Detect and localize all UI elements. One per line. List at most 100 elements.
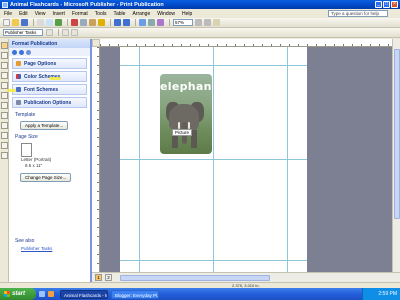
forward-icon[interactable]	[19, 49, 24, 55]
task-pane-title: Format Publication	[9, 39, 90, 48]
print-icon[interactable]	[37, 19, 44, 26]
style-icon[interactable]	[46, 29, 53, 36]
color-schemes-icon	[16, 74, 21, 79]
rectangle-icon[interactable]	[1, 122, 8, 129]
menu-arrange[interactable]: Arrange	[132, 11, 150, 17]
zoom-in-icon[interactable]	[204, 19, 211, 26]
section-page-options[interactable]: Page Options	[12, 58, 87, 69]
vertical-scrollbar[interactable]	[392, 39, 400, 272]
text-box-icon[interactable]	[1, 52, 8, 59]
elephant-flashcard-image[interactable]: elephant	[160, 74, 212, 154]
title-bar: Animal Flashcards - Microsoft Publisher …	[0, 0, 400, 9]
cut-icon[interactable]	[71, 19, 78, 26]
menu-format[interactable]: Format	[72, 11, 88, 17]
rotate-icon[interactable]	[157, 19, 164, 26]
highlighter-mark	[7, 89, 16, 92]
section-color-schemes[interactable]: Color Schemes	[12, 71, 87, 82]
zoom-out-icon[interactable]	[195, 19, 202, 26]
arrow-icon[interactable]	[1, 102, 8, 109]
redo-icon[interactable]	[123, 19, 130, 26]
start-button[interactable]: start	[0, 288, 36, 300]
back-icon[interactable]	[12, 49, 17, 55]
line-icon[interactable]	[1, 92, 8, 99]
select-objects-icon[interactable]	[1, 42, 8, 49]
minimize-button[interactable]: _	[375, 1, 382, 8]
page-tab-1[interactable]: 1	[95, 274, 102, 281]
toolbar-divider	[58, 29, 59, 36]
menu-file[interactable]: File	[4, 11, 12, 17]
windows-taskbar: start Animal Flashcards - M... Blogger: …	[0, 288, 400, 300]
menu-tools[interactable]: Tools	[95, 11, 107, 17]
margin-guide	[120, 65, 307, 66]
apply-template-button[interactable]: Apply a Template...	[20, 121, 69, 130]
section-font-schemes-label: Font Schemes	[24, 86, 59, 93]
font-icon[interactable]	[62, 29, 69, 36]
clock[interactable]: 2:59 PM	[378, 291, 397, 297]
page-tab-2[interactable]: 2	[105, 274, 112, 281]
bring-forward-icon[interactable]	[139, 19, 146, 26]
publication-options-icon	[16, 100, 21, 105]
taskbar-browser-window[interactable]: Blogger: Everyday Pl...	[111, 289, 159, 299]
home-icon[interactable]	[26, 49, 31, 55]
page-size-dimensions: 8.5 x 11"	[25, 163, 43, 168]
task-pane-nav	[9, 48, 90, 56]
menu-help[interactable]: Help	[182, 11, 192, 17]
font-schemes-icon	[16, 87, 21, 92]
section-publication-options[interactable]: Publication Options	[12, 97, 87, 108]
maximize-button[interactable]: □	[383, 1, 390, 8]
page-navigation-bar: 1 2	[92, 272, 400, 282]
horizontal-scroll-thumb[interactable]	[120, 274, 270, 281]
card-title-text[interactable]: elephant	[160, 80, 212, 93]
menu-table[interactable]: Table	[113, 11, 125, 17]
change-page-size-button[interactable]: Change Page Size...	[20, 173, 72, 182]
menu-bar: File Edit View Insert Format Tools Table…	[0, 9, 400, 18]
picture-tooltip: Picture	[172, 129, 193, 136]
section-font-schemes[interactable]: Font Schemes	[7, 84, 87, 95]
quick-launch-icon[interactable]	[48, 291, 54, 297]
document-page[interactable]: elephant Picture	[120, 47, 307, 272]
new-icon[interactable]	[3, 19, 10, 26]
undo-icon[interactable]	[114, 19, 121, 26]
close-button[interactable]: ×	[391, 1, 398, 8]
publisher-tasks-select[interactable]: Publisher Tasks	[3, 29, 43, 36]
publisher-app-icon[interactable]	[2, 1, 8, 8]
paste-icon[interactable]	[89, 19, 96, 26]
font-size-icon[interactable]	[71, 29, 78, 36]
publisher-tasks-link[interactable]: Publisher Tasks	[21, 246, 52, 251]
send-backward-icon[interactable]	[148, 19, 155, 26]
oval-icon[interactable]	[1, 112, 8, 119]
open-folder-icon[interactable]	[12, 19, 19, 26]
spelling-icon[interactable]	[55, 19, 62, 26]
formatting-toolbar: Publisher Tasks	[0, 28, 400, 38]
horizontal-ruler[interactable]	[100, 39, 392, 47]
help-search-input[interactable]: Type a question for help	[328, 10, 388, 17]
vertical-ruler[interactable]	[92, 47, 100, 272]
page-options-icon	[16, 61, 21, 66]
format-painter-icon[interactable]	[98, 19, 105, 26]
help-icon[interactable]	[213, 19, 220, 26]
menu-window[interactable]: Window	[157, 11, 175, 17]
objects-toolbar	[0, 39, 9, 282]
save-icon[interactable]	[21, 19, 28, 26]
menu-view[interactable]: View	[35, 11, 46, 17]
workspace-canvas[interactable]: elephant Picture	[100, 47, 392, 272]
picture-frame-icon[interactable]	[1, 82, 8, 89]
autoshapes-icon[interactable]	[1, 132, 8, 139]
wordart-icon[interactable]	[1, 72, 8, 79]
zoom-select[interactable]: 57%	[173, 19, 193, 26]
taskbar-publisher-window[interactable]: Animal Flashcards - M...	[60, 289, 108, 299]
menu-edit[interactable]: Edit	[19, 11, 28, 17]
hot-spot-icon[interactable]	[1, 142, 8, 149]
toolbar-divider	[33, 19, 34, 26]
system-tray: 2:59 PM	[362, 288, 400, 300]
vertical-scroll-thumb[interactable]	[394, 49, 400, 219]
menu-insert[interactable]: Insert	[52, 11, 65, 17]
design-gallery-icon[interactable]	[1, 152, 8, 159]
quick-launch-icon[interactable]	[39, 291, 45, 297]
page-size-thumbnail[interactable]	[21, 143, 32, 157]
ruler-origin[interactable]	[92, 39, 100, 47]
table-icon[interactable]	[1, 62, 8, 69]
copy-icon[interactable]	[80, 19, 87, 26]
windows-logo-icon	[4, 291, 10, 297]
print-preview-icon[interactable]	[46, 19, 53, 26]
